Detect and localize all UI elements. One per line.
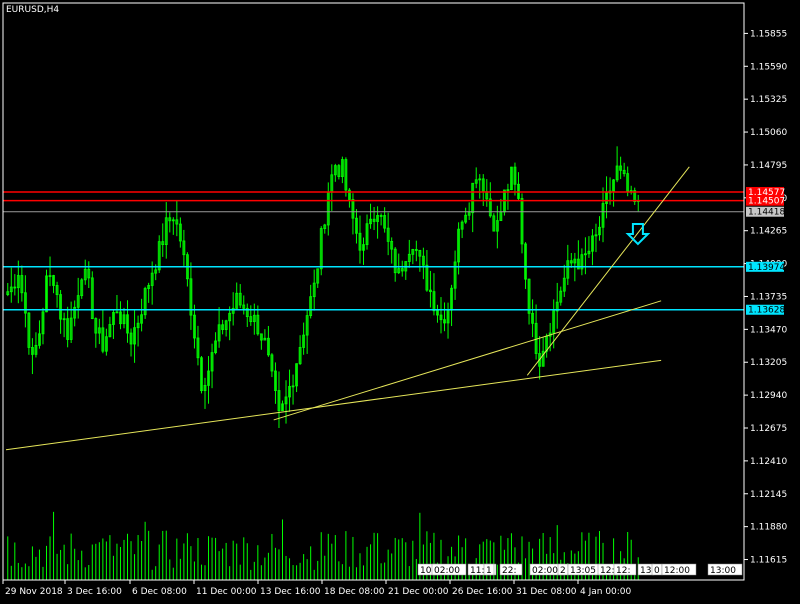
price-tick-label: 1.12145 bbox=[750, 490, 787, 500]
price-tick-label: 1.11615 bbox=[750, 556, 787, 566]
volume-time-label: 12: bbox=[616, 566, 630, 576]
price-tag-label: 1.13974 bbox=[748, 263, 785, 273]
price-tick-label: 1.13470 bbox=[750, 325, 787, 335]
volume-time-label: 22: bbox=[502, 566, 516, 576]
price-tick-label: 1.13735 bbox=[750, 292, 787, 302]
time-tick-label: 29 Nov 2018 bbox=[5, 587, 63, 597]
price-tick-label: 1.14265 bbox=[750, 227, 787, 237]
volume-time-label: 0 bbox=[654, 566, 660, 576]
price-tag-label: 1.14507 bbox=[748, 197, 785, 207]
time-tick-label: 31 Dec 08:00 bbox=[516, 587, 577, 597]
volume-time-label: 2 bbox=[560, 566, 566, 576]
price-tick-label: 1.13205 bbox=[750, 358, 787, 368]
price-tick-label: 1.11880 bbox=[750, 523, 787, 533]
current-price-tag-label: 1.14418 bbox=[748, 208, 785, 218]
price-tag-label: 1.13628 bbox=[748, 306, 785, 316]
price-tick-label: 1.15325 bbox=[750, 95, 787, 105]
chart-window[interactable]: EURUSD,H4 1.15855 1.15590 1.15325 1.15060 1.… bbox=[0, 0, 800, 600]
time-tick-label: 6 Dec 08:00 bbox=[132, 587, 187, 597]
chart-background bbox=[0, 0, 800, 600]
symbol-label: EURUSD,H4 bbox=[6, 5, 59, 15]
price-tick-label: 1.12410 bbox=[750, 457, 787, 467]
price-tick-label: 1.12940 bbox=[750, 391, 787, 401]
time-tick-label: 11 Dec 00:00 bbox=[196, 587, 257, 597]
price-tick-label: 1.12675 bbox=[750, 424, 787, 434]
time-tick-label: 3 Dec 16:00 bbox=[67, 587, 122, 597]
volume-time-label: 13:00 bbox=[710, 566, 736, 576]
price-tick-label: 1.15590 bbox=[750, 62, 787, 72]
time-tick-label: 13 Dec 16:00 bbox=[260, 587, 321, 597]
time-tick-label: 4 Jan 00:00 bbox=[580, 587, 632, 597]
price-tick-label: 1.14795 bbox=[750, 161, 787, 171]
volume-time-label: 1 bbox=[486, 566, 492, 576]
volume-time-label: 13 bbox=[640, 566, 651, 576]
price-tick-label: 1.15855 bbox=[750, 29, 787, 39]
price-chart[interactable]: EURUSD,H4 1.15855 1.15590 1.15325 1.15060 1.… bbox=[0, 0, 800, 600]
time-tick-label: 21 Dec 00:00 bbox=[388, 587, 449, 597]
price-tick-label: 1.15060 bbox=[750, 128, 787, 138]
volume-time-label: 02:00 bbox=[532, 566, 558, 576]
time-tick-label: 18 Dec 08:00 bbox=[324, 587, 385, 597]
volume-time-label: 13:05 bbox=[570, 566, 596, 576]
volume-time-label: 02:00 bbox=[434, 566, 460, 576]
volume-time-label: 12:00 bbox=[664, 566, 690, 576]
time-tick-label: 26 Dec 16:00 bbox=[452, 587, 513, 597]
